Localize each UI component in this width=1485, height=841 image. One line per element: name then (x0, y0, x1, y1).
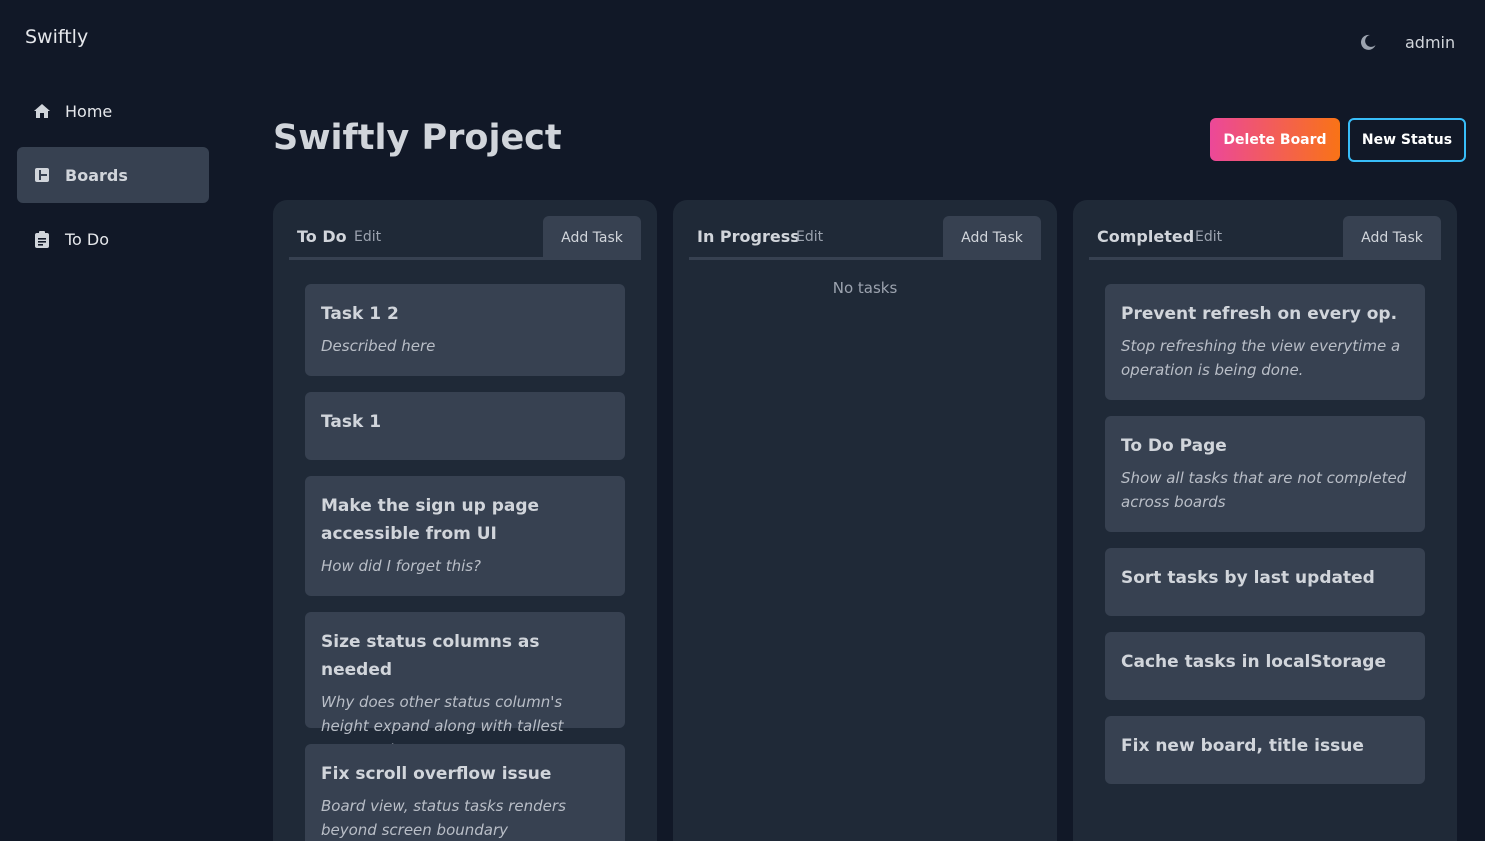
task-card[interactable]: Fix scroll overflow issue Board view, st… (305, 744, 625, 841)
status-column-todo: To Do Edit Add Task Task 1 2 Described h… (273, 200, 657, 841)
task-description: Stop refreshing the view everytime a ope… (1121, 337, 1401, 379)
task-description: Board view, status tasks renders beyond … (321, 797, 566, 839)
moon-icon[interactable] (1359, 33, 1379, 53)
sidebar-item-label: Home (65, 101, 113, 121)
task-card[interactable]: Sort tasks by last updated (1105, 548, 1425, 616)
task-title: Fix new board, title issue (1121, 736, 1364, 756)
task-card[interactable]: To Do Page Show all tasks that are not c… (1105, 416, 1425, 532)
task-card[interactable]: Size status columns as needed Why does o… (305, 612, 625, 759)
new-status-button[interactable]: New Status (1348, 118, 1466, 162)
boards-icon (33, 166, 51, 184)
sidebar-item-label: Boards (65, 165, 128, 185)
task-title: Prevent refresh on every op. (1121, 304, 1398, 324)
task-card[interactable]: Make the sign up page accessible from UI… (305, 476, 625, 596)
task-description: Show all tasks that are not completed ac… (1121, 469, 1407, 511)
task-description: Described here (321, 337, 436, 355)
home-icon (33, 102, 51, 120)
sidebar-item-todo[interactable]: To Do (17, 211, 209, 267)
add-task-button[interactable]: Add Task (943, 216, 1041, 260)
task-card[interactable]: Prevent refresh on every op. Stop refres… (1105, 284, 1425, 400)
task-card[interactable]: Task 1 2 Described here (305, 284, 625, 376)
clipboard-icon (33, 230, 51, 248)
empty-state-text: No tasks (832, 279, 898, 297)
column-header: In Progress Edit Add Task (689, 216, 1041, 260)
page-title: Swiftly Project (273, 118, 562, 158)
task-title: Make the sign up page accessible from UI (321, 496, 540, 544)
status-column-completed: Completed Edit Add Task Prevent refresh … (1073, 200, 1457, 841)
delete-board-button[interactable]: Delete Board (1210, 118, 1340, 161)
brand-logo[interactable]: Swiftly (25, 26, 88, 48)
column-title: To Do (297, 227, 347, 246)
task-title: Task 1 (321, 412, 382, 432)
column-header: To Do Edit Add Task (289, 216, 641, 260)
task-title: Cache tasks in localStorage (1121, 652, 1386, 672)
status-column-in-progress: In Progress Edit Add Task No tasks (673, 200, 1057, 841)
task-card[interactable]: Task 1 (305, 392, 625, 460)
edit-status-link[interactable]: Edit (1195, 229, 1222, 245)
task-description: How did I forget this? (321, 557, 482, 575)
edit-status-link[interactable]: Edit (354, 229, 381, 245)
user-menu[interactable]: admin (1405, 33, 1455, 52)
add-task-button[interactable]: Add Task (543, 216, 641, 260)
task-title: Fix scroll overflow issue (321, 764, 552, 784)
task-card[interactable]: Fix new board, title issue (1105, 716, 1425, 784)
sidebar-item-boards[interactable]: Boards (17, 147, 209, 203)
task-title: Task 1 2 (321, 304, 399, 324)
column-title: Completed (1097, 227, 1195, 246)
sidebar-item-label: To Do (65, 229, 110, 249)
app-root: Swiftly Home Boards To Do admin Swiftly … (0, 0, 1485, 841)
task-title: Size status columns as needed (321, 632, 540, 680)
sidebar-item-home[interactable]: Home (17, 83, 209, 139)
sidebar: Swiftly Home Boards To Do (0, 0, 226, 841)
edit-status-link[interactable]: Edit (796, 229, 823, 245)
column-header: Completed Edit Add Task (1089, 216, 1441, 260)
task-title: Sort tasks by last updated (1121, 568, 1375, 588)
add-task-button[interactable]: Add Task (1343, 216, 1441, 260)
column-title: In Progress (697, 227, 800, 246)
task-title: To Do Page (1121, 436, 1227, 456)
task-card[interactable]: Cache tasks in localStorage (1105, 632, 1425, 700)
